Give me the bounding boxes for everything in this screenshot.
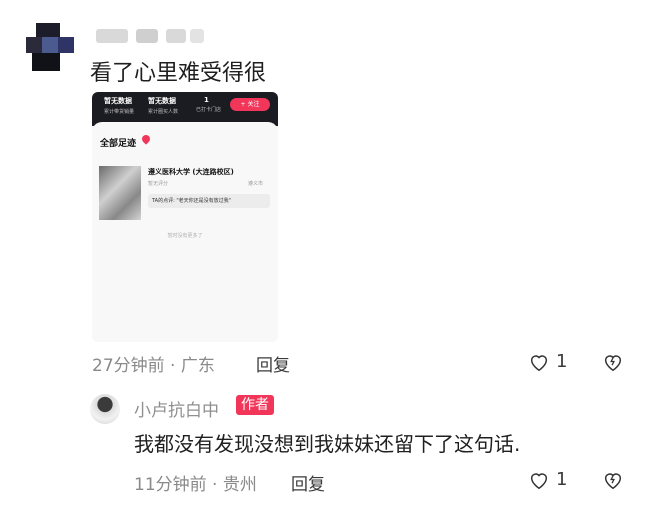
avatar-pixel [36,23,60,37]
avatar-pixel [58,37,74,53]
place-photo [99,166,141,220]
profile-stats-bar: 暂无数据 累计带货销量 暂无数据 累计圈买人数 1 已打卡门店 + 关注 [92,92,278,126]
avatar-pixel [32,53,60,71]
author-badge: 作者 [236,395,274,415]
comment-text: 看了心里难受得很 [90,61,267,86]
stat-value: 1 [204,96,209,104]
avatar-pixel [26,37,42,53]
blurred-username [96,29,128,43]
place-name: 遵义医科大学 (大连路校区) [148,168,234,176]
reply-author-name[interactable]: 小卢抗白中 [134,396,219,421]
blurred-username [190,29,204,43]
stat-value: 暂无数据 [104,97,132,105]
like-count: 1 [556,351,568,372]
reply-text: 我都没有发现没想到我妹妹还留下了这句话. [134,432,521,456]
reply-reply-button[interactable]: 回复 [291,470,325,495]
stat-value: 暂无数据 [148,97,176,105]
heart-icon[interactable] [528,469,550,491]
reply-time-location: 11分钟前 · 贵州 [134,475,257,495]
reply-like-count: 1 [556,469,568,490]
comment-image[interactable]: 暂无数据 累计带货销量 暂无数据 累计圈买人数 1 已打卡门店 + 关注 全部足… [92,92,278,342]
avatar[interactable] [26,23,74,71]
place-city: 遵义市 [248,181,264,187]
section-title: 全部足迹 [100,139,137,149]
reply-avatar[interactable] [90,394,120,424]
review-text: TA的点评: "老天你还是没有放过我" [148,194,270,208]
comment-time-location: 27分钟前 · 广东 [92,356,215,376]
stat-stores: 1 已打卡门店 [196,96,221,113]
follow-button: + 关注 [230,98,270,111]
stat-label: 累计带货销量 [104,109,135,115]
dislike-icon[interactable] [602,469,624,491]
stat-label: 累计圈买人数 [148,109,179,115]
blurred-username [166,29,186,43]
heart-icon[interactable] [528,351,550,373]
avatar-pixel [42,37,58,53]
no-more-text: 暂时没有更多了 [167,233,203,239]
dislike-icon[interactable] [602,351,624,373]
stat-sales: 暂无数据 累计带货销量 [104,96,134,115]
place-score: 暂无评分 [148,181,169,187]
stat-label: 已打卡门店 [196,107,222,113]
location-pin-icon [140,133,152,145]
stat-buyers: 暂无数据 累计圈买人数 [148,96,178,115]
blurred-username [136,29,158,43]
footprint-sheet: 全部足迹 遵义医科大学 (大连路校区) 暂无评分 遵义市 TA的点评: "老天你… [92,122,278,342]
reply-button[interactable]: 回复 [256,351,290,376]
